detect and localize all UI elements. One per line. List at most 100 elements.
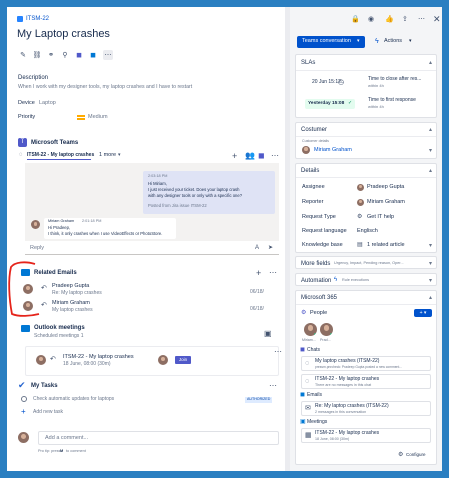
people-heading: People: [310, 310, 328, 316]
chevron-down-icon[interactable]: ▾: [118, 153, 121, 158]
detail-value[interactable]: Pradeep Gupta: [367, 184, 404, 191]
book-icon: ▤: [357, 242, 363, 248]
share-icon[interactable]: ⇪: [402, 16, 408, 23]
chevron-down-icon[interactable]: ▾: [429, 278, 432, 284]
device-value[interactable]: Laptop: [39, 100, 56, 107]
more-icon[interactable]: ⋯: [269, 269, 277, 277]
join-button[interactable]: Join: [175, 356, 191, 364]
more-icon[interactable]: ⋯: [269, 382, 277, 390]
teams-tab-active[interactable]: ITSM-22 - My laptop crashes: [27, 153, 94, 158]
chat-icon: ◌: [305, 360, 310, 367]
meeting-item[interactable]: ▦ ITSM-22 - My laptop crashes 18 June, 0…: [301, 428, 431, 443]
detail-value[interactable]: Get IT help: [367, 214, 394, 221]
child-issue-icon[interactable]: ⛓: [32, 50, 42, 60]
chevron-down-icon[interactable]: ▾: [429, 148, 432, 154]
share-link-icon[interactable]: ⚲: [60, 50, 70, 60]
chevron-up-icon[interactable]: ▴: [429, 60, 432, 66]
detail-value[interactable]: 1 related article: [367, 242, 405, 249]
chevron-up-icon[interactable]: ▴: [429, 127, 432, 133]
attach-icon[interactable]: ✎: [18, 50, 28, 60]
message-time: 2:01:18 PM: [82, 219, 102, 223]
meeting-title: ITSM-22 - My laptop crashes: [63, 354, 134, 360]
people-icon[interactable]: 👥: [245, 152, 255, 160]
detail-label: Reporter: [302, 199, 324, 205]
chat-item[interactable]: ◌ ITSM-22 - My laptop crashes There are …: [301, 374, 431, 389]
task-checkbox[interactable]: [21, 396, 27, 402]
priority-value[interactable]: Medium: [88, 114, 108, 121]
format-icon[interactable]: A: [255, 245, 259, 251]
task-title[interactable]: Check automatic updates for laptops: [33, 397, 114, 402]
watch-icon[interactable]: ◉: [368, 16, 374, 23]
detail-label: Assignee: [302, 184, 325, 190]
meetings-count: Scheduled meetings 1: [34, 333, 84, 339]
link-icon[interactable]: ⚭: [46, 50, 56, 60]
details-panel: Details ▴ Assignee Pradeep Gupta Reporte…: [295, 163, 437, 253]
actions-button[interactable]: Actions: [384, 38, 402, 45]
new-meeting-icon[interactable]: ▣: [264, 330, 272, 338]
more-icon[interactable]: ⋯: [418, 16, 425, 23]
more-actions-icon[interactable]: ⋯: [103, 50, 113, 60]
meetings-heading: Outlook meetings: [34, 325, 85, 331]
tasks-heading: My Tasks: [31, 383, 58, 389]
more-fields-panel[interactable]: More fields Urgency, Impact, Pending rea…: [295, 256, 437, 269]
add-icon[interactable]: +: [256, 269, 261, 278]
status-badge: AUTHORIZED: [245, 397, 273, 403]
teams-app-icon[interactable]: ◼: [74, 50, 84, 60]
comment-input[interactable]: Add a comment...: [38, 431, 279, 445]
teams-open-icon[interactable]: ◼: [258, 152, 265, 160]
chevron-down-icon[interactable]: ▾: [409, 39, 412, 44]
detail-value[interactable]: Miriam Graham: [367, 199, 405, 206]
email-subject: Re: My laptop crashes: [52, 290, 102, 296]
gear-icon[interactable]: ⚙: [398, 452, 403, 458]
emails-heading: Emails: [307, 392, 323, 398]
teams-more-tabs[interactable]: 1 more: [99, 152, 116, 159]
chevron-down-icon[interactable]: ▾: [429, 261, 432, 267]
issue-key[interactable]: ITSM-22: [26, 16, 49, 22]
configure-link[interactable]: Configure: [406, 452, 426, 458]
avatar: [36, 355, 46, 365]
chevron-down-icon[interactable]: ▾: [429, 243, 432, 249]
detail-label: Request Type: [302, 214, 336, 220]
add-icon[interactable]: +: [232, 152, 237, 161]
outlook-app-icon[interactable]: ◼: [88, 50, 98, 60]
pro-tip-key: M: [60, 449, 64, 453]
reply-icon: ↶: [50, 356, 56, 363]
person-name: Miriam...: [302, 338, 316, 342]
meeting-time: 18 June, 08:00 (30m): [63, 361, 111, 367]
issue-title[interactable]: My Laptop crashes: [17, 29, 110, 40]
email-item[interactable]: ✉ Re: My laptop crashes (ITSM-22) 2 mess…: [301, 401, 431, 416]
reply-input[interactable]: Reply A ➤: [25, 243, 279, 255]
lock-icon[interactable]: 🔒: [351, 16, 360, 23]
more-icon[interactable]: ⋯: [274, 348, 282, 356]
avatar[interactable]: [320, 323, 333, 336]
chat-icon: ◌: [19, 152, 23, 158]
highlight-annotation: [8, 261, 40, 317]
person-name: Prad...: [320, 338, 331, 342]
m365-meetings-heading: Meetings: [307, 419, 328, 425]
avatar: [31, 220, 40, 229]
meeting-card[interactable]: ⋯ ↶ ITSM-22 - My laptop crashes 18 June,…: [25, 346, 282, 376]
teams-conversation-button[interactable]: Teams conversation ▾: [297, 36, 365, 48]
more-icon[interactable]: ⋯: [271, 152, 279, 160]
issue-sidebar: 🔒 ◉ 👍 ⇪ ⋯ ✕ Teams conversation ▾ ϟ Actio…: [290, 7, 442, 471]
description-text[interactable]: When I work with my designer tools, my l…: [18, 84, 192, 90]
add-task-link[interactable]: Add new task: [33, 410, 63, 415]
detail-value[interactable]: Englisch: [357, 228, 378, 235]
mail-icon: ✉: [305, 405, 311, 412]
add-icon[interactable]: +: [21, 408, 26, 416]
chats-icon: ◼: [300, 347, 305, 353]
customer-name[interactable]: Miriam Graham: [314, 147, 352, 154]
chevron-up-icon[interactable]: ▴: [429, 295, 432, 301]
automation-panel[interactable]: Automation ϟ Rule executions ▾: [295, 273, 437, 286]
message-line: I just received your ticket. Does your l…: [148, 187, 240, 192]
message-bubble-own: 2:03:18 PM Hi Miriam, I just received yo…: [143, 171, 275, 214]
add-person-button[interactable]: + ▾: [414, 309, 432, 317]
close-icon[interactable]: ✕: [433, 15, 441, 24]
tasks-icon: ✔: [18, 380, 26, 390]
send-icon[interactable]: ➤: [268, 245, 273, 251]
chevron-up-icon[interactable]: ▴: [429, 168, 432, 174]
customer-details-label: Customer details: [302, 139, 329, 143]
avatar[interactable]: [304, 323, 317, 336]
chat-item[interactable]: ◌ My laptop crashes (ITSM-22) pressm.pnr…: [301, 356, 431, 371]
thumbs-up-icon[interactable]: 👍: [385, 16, 394, 23]
